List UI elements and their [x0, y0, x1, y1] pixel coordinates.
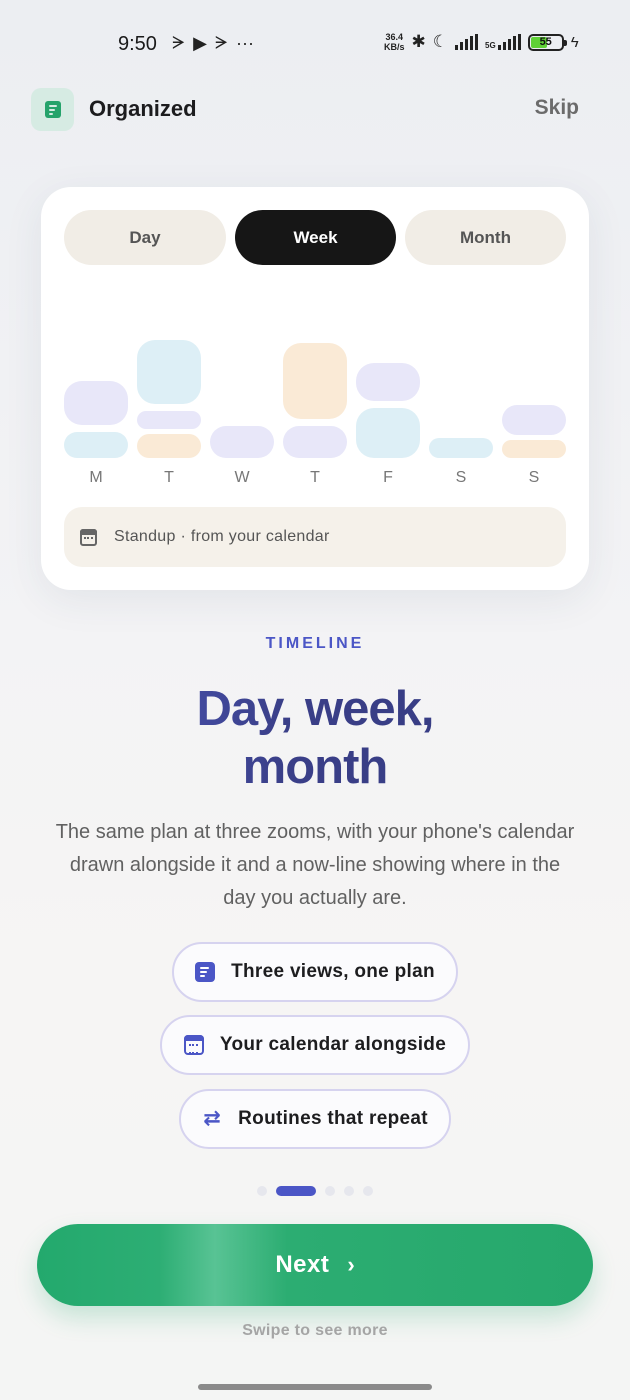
- app-name: Organized: [89, 96, 197, 121]
- page-dot[interactable]: [257, 1186, 267, 1196]
- battery-percent: 55: [539, 35, 552, 48]
- bing-icon: ᗒ: [214, 33, 228, 53]
- day-label: F: [383, 469, 393, 486]
- timeline-block: [64, 432, 128, 458]
- charging-icon: ϟ: [570, 33, 579, 51]
- calendar-event-row: Standup · from your calendar: [64, 507, 566, 567]
- timeline-block: [64, 381, 128, 425]
- day-label: S: [455, 469, 467, 486]
- status-bar: 9:50 ᗒ ▶ ᗒ ··· 36.4 KB/s ✱ ☾ 5G 55 ϟ: [0, 0, 630, 88]
- day-label: M: [89, 469, 103, 486]
- feature-chip-views: Three views, one plan: [172, 942, 458, 1002]
- app-header: Organized Skip: [0, 88, 630, 132]
- next-button-label: Next: [275, 1251, 330, 1278]
- feature-chip-label: Your calendar alongside: [219, 1034, 447, 1055]
- page-description: The same plan at three zooms, with your …: [55, 821, 575, 909]
- status-right: 36.4 KB/s ✱ ☾ 5G 55 ϟ: [384, 32, 579, 52]
- bluetooth-icon: ✱: [411, 32, 426, 51]
- chevron-right-icon: ›: [347, 1252, 355, 1277]
- page-dot[interactable]: [325, 1186, 335, 1196]
- moon-icon: ☾: [432, 32, 449, 51]
- notification-icons: ᗒ ▶ ᗒ ···: [172, 33, 254, 54]
- feature-chip-calendar: Your calendar alongside: [160, 1015, 470, 1075]
- timeline-block: [429, 438, 493, 458]
- page-indicator: [0, 1186, 630, 1196]
- feature-chip-routines: ⇄ Routines that repeat: [179, 1089, 451, 1149]
- page-dot-active[interactable]: [276, 1186, 316, 1196]
- timeline-block: [283, 343, 347, 419]
- calendar-event-text: Standup · from your calendar: [114, 528, 330, 545]
- week-timeline: M T W T F S S: [41, 187, 589, 487]
- page-title-line: Day, week,: [196, 682, 434, 736]
- timeline-block: [137, 340, 201, 404]
- signal-icon: [455, 34, 479, 50]
- page-title: Day, week, month: [0, 680, 630, 796]
- timeline-block: [502, 440, 566, 458]
- feature-chip-label: Three views, one plan: [231, 961, 435, 982]
- page-dot[interactable]: [363, 1186, 373, 1196]
- week-preview-card: Day Week Month M T W T F S S Standup · f…: [41, 187, 589, 590]
- day-label: T: [164, 469, 174, 486]
- timeline-block: [210, 426, 274, 458]
- status-time: 9:50: [118, 33, 157, 55]
- signal-5g-icon: 5G: [485, 34, 521, 50]
- calendar-icon: [80, 528, 97, 546]
- page-title-line: month: [242, 740, 388, 794]
- calendar-icon: [183, 1035, 204, 1055]
- page-dot[interactable]: [344, 1186, 354, 1196]
- day-label: W: [234, 469, 250, 486]
- timeline-icon: [195, 962, 216, 982]
- timeline-block: [356, 363, 420, 401]
- timeline-block: [137, 434, 201, 458]
- timeline-block: [502, 405, 566, 435]
- timeline-block: [137, 411, 201, 429]
- section-eyebrow: TIMELINE: [265, 635, 365, 652]
- network-speed: 36.4 KB/s: [384, 32, 405, 52]
- more-notifications-icon: ···: [236, 33, 254, 53]
- app-logo-icon: [31, 88, 74, 131]
- feature-chip-label: Routines that repeat: [238, 1108, 428, 1129]
- home-indicator[interactable]: [198, 1384, 432, 1390]
- repeat-icon: ⇄: [203, 1107, 222, 1130]
- day-label: T: [310, 469, 320, 486]
- timeline-block: [283, 426, 347, 458]
- bing-icon: ᗒ: [172, 33, 186, 53]
- skip-button[interactable]: Skip: [535, 96, 579, 120]
- timeline-block: [356, 408, 420, 458]
- battery-icon: 55: [527, 33, 567, 51]
- youtube-icon: ▶: [193, 33, 207, 53]
- next-button[interactable]: Next ›: [37, 1224, 593, 1306]
- day-label: S: [528, 469, 540, 486]
- swipe-hint: Swipe to see more: [242, 1322, 388, 1339]
